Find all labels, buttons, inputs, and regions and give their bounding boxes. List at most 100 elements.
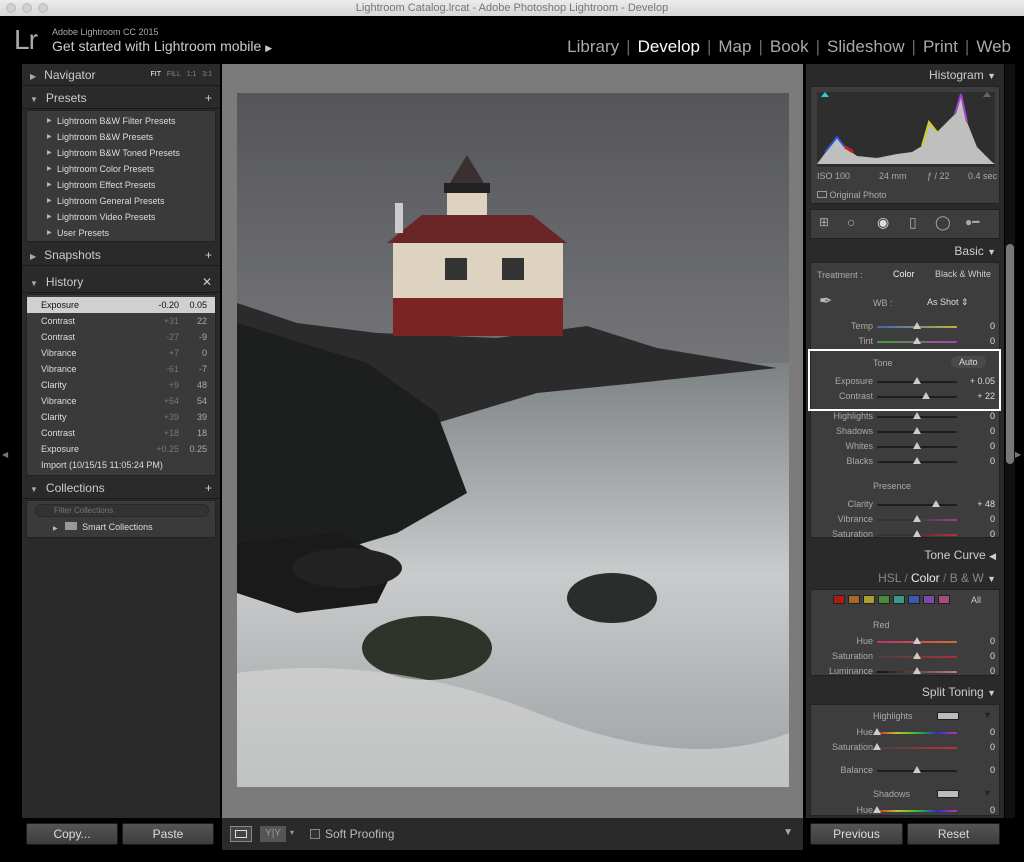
radial-filter-icon[interactable]: ◯ <box>935 214 951 231</box>
slider-track[interactable] <box>877 747 957 749</box>
slider-vibrance[interactable]: Vibrance 0 <box>811 512 1001 526</box>
clear-history-icon[interactable]: ✕ <box>202 271 212 293</box>
loupe-view-button[interactable] <box>230 826 252 842</box>
slider-thumb[interactable] <box>913 442 921 449</box>
slider-thumb[interactable] <box>913 457 921 464</box>
navigator-header[interactable]: ▶ Navigator FIT FILL 1:1 3:1 <box>22 64 220 86</box>
module-library[interactable]: Library <box>560 37 626 57</box>
snapshots-header[interactable]: ▶ Snapshots + <box>22 244 220 266</box>
highlights-color-swatch[interactable] <box>937 712 959 720</box>
shadows-picker-icon[interactable]: ▼ <box>983 788 992 798</box>
highlights-picker-icon[interactable]: ▼ <box>983 710 992 720</box>
collections-header[interactable]: ▼ Collections + <box>22 477 220 499</box>
red-eye-icon[interactable]: ◉ <box>877 214 889 231</box>
module-slideshow[interactable]: Slideshow <box>820 37 912 57</box>
reset-button[interactable]: Reset <box>907 823 1000 845</box>
history-step[interactable]: Vibrance +7 0 <box>27 345 215 361</box>
slider-thumb[interactable] <box>913 322 921 329</box>
before-after-dropdown-icon[interactable]: ▾ <box>290 828 294 837</box>
slider-clarity[interactable]: Clarity + 48 <box>811 497 1001 511</box>
slider-thumb[interactable] <box>913 515 921 522</box>
original-photo-toggle[interactable]: Original Photo <box>817 190 887 200</box>
slider-tint[interactable]: Tint 0 <box>811 334 1001 348</box>
slider-track[interactable] <box>877 504 957 506</box>
slider-thumb[interactable] <box>913 412 921 419</box>
slider-thumb[interactable] <box>913 337 921 344</box>
slider-thumb[interactable] <box>873 743 881 750</box>
all-colors-button[interactable]: All <box>971 595 981 605</box>
toolbar-menu-icon[interactable]: ▼ <box>783 827 793 838</box>
add-snapshot-icon[interactable]: + <box>205 244 212 266</box>
preset-folder[interactable]: User Presets <box>27 225 215 241</box>
close-window-button[interactable] <box>6 3 16 13</box>
slider-thumb[interactable] <box>932 500 941 507</box>
crop-tool-icon[interactable]: ⊞ <box>819 215 829 229</box>
color-swatch[interactable] <box>878 595 890 604</box>
smart-collections-item[interactable]: ▶ Smart Collections <box>53 522 153 532</box>
copy-button[interactable]: Copy... <box>26 823 118 845</box>
zoom-window-button[interactable] <box>38 3 48 13</box>
color-swatch[interactable] <box>923 595 935 604</box>
slider-saturation[interactable]: Saturation 0 <box>811 740 1001 754</box>
history-step[interactable]: Exposure +0.25 0.25 <box>27 441 215 457</box>
wb-select[interactable]: As Shot ⇕ <box>927 297 969 308</box>
tab-bw[interactable]: B & W <box>950 571 984 585</box>
minimize-window-button[interactable] <box>22 3 32 13</box>
preset-folder[interactable]: Lightroom B&W Filter Presets <box>27 113 215 129</box>
history-step[interactable]: Contrast -27 -9 <box>27 329 215 345</box>
preset-folder[interactable]: Lightroom B&W Presets <box>27 129 215 145</box>
slider-thumb[interactable] <box>873 728 881 735</box>
slider-temp[interactable]: Temp 0 <box>811 319 1001 333</box>
scrollbar-thumb[interactable] <box>1006 244 1014 464</box>
tab-color[interactable]: Color <box>911 571 940 585</box>
soft-proofing-checkbox[interactable] <box>310 829 320 839</box>
history-step[interactable]: Clarity +39 39 <box>27 409 215 425</box>
histogram-header[interactable]: Histogram ▼ <box>806 64 1004 86</box>
basic-header[interactable]: Basic ▼ <box>806 240 1004 262</box>
tab-hsl[interactable]: HSL <box>878 571 901 585</box>
filter-collections-input[interactable] <box>35 504 209 517</box>
slider-thumb[interactable] <box>913 427 921 434</box>
module-web[interactable]: Web <box>969 37 1018 57</box>
slider-thumb[interactable] <box>913 667 921 674</box>
history-step[interactable]: Exposure -0.20 0.05 <box>27 297 215 313</box>
wb-eyedropper-icon[interactable]: ✒ <box>819 291 832 311</box>
color-swatch[interactable] <box>938 595 950 604</box>
spot-removal-icon[interactable]: ○ <box>847 214 855 230</box>
module-book[interactable]: Book <box>763 37 816 57</box>
history-step[interactable]: Vibrance +54 54 <box>27 393 215 409</box>
treatment-color-button[interactable]: Color <box>893 269 915 279</box>
history-step[interactable]: Import (10/15/15 11:05:24 PM) <box>27 457 215 473</box>
color-swatch[interactable] <box>848 595 860 604</box>
preset-folder[interactable]: Lightroom Color Presets <box>27 161 215 177</box>
right-panel-toggle-icon[interactable]: ▶ <box>1015 450 1021 459</box>
left-panel-toggle-icon[interactable]: ◀ <box>2 450 8 459</box>
zoom-fill[interactable]: FILL <box>167 71 181 78</box>
paste-button[interactable]: Paste <box>122 823 214 845</box>
preset-folder[interactable]: Lightroom Effect Presets <box>27 177 215 193</box>
presets-header[interactable]: ▼ Presets + <box>22 87 220 109</box>
color-swatch[interactable] <box>833 595 845 604</box>
slider-shadows[interactable]: Shadows 0 <box>811 424 1001 438</box>
zoom-fit[interactable]: FIT <box>150 71 161 78</box>
slider-whites[interactable]: Whites 0 <box>811 439 1001 453</box>
preset-folder[interactable]: Lightroom General Presets <box>27 193 215 209</box>
history-step[interactable]: Contrast +31 22 <box>27 313 215 329</box>
add-collection-icon[interactable]: + <box>205 477 212 499</box>
split-toning-header[interactable]: Split Toning ▼ <box>806 681 1004 703</box>
color-swatch[interactable] <box>863 595 875 604</box>
zoom-1-1[interactable]: 1:1 <box>187 71 197 78</box>
previous-button[interactable]: Previous <box>810 823 903 845</box>
shadows-color-swatch[interactable] <box>937 790 959 798</box>
slider-hue[interactable]: Hue 0 <box>811 803 1001 817</box>
slider-thumb[interactable] <box>913 637 921 644</box>
zoom-3-1[interactable]: 3:1 <box>202 71 212 78</box>
slider-hue[interactable]: Hue 0 <box>811 634 1001 648</box>
history-step[interactable]: Contrast +18 18 <box>27 425 215 441</box>
slider-hue[interactable]: Hue 0 <box>811 725 1001 739</box>
mobile-prompt-link[interactable]: Get started with Lightroom mobile ▶ <box>52 38 272 54</box>
right-panel-scrollbar[interactable] <box>1005 64 1015 818</box>
slider-highlights[interactable]: Highlights 0 <box>811 409 1001 423</box>
slider-luminance[interactable]: Luminance 0 <box>811 664 1001 678</box>
adjustment-brush-icon[interactable]: ●━ <box>965 215 979 229</box>
